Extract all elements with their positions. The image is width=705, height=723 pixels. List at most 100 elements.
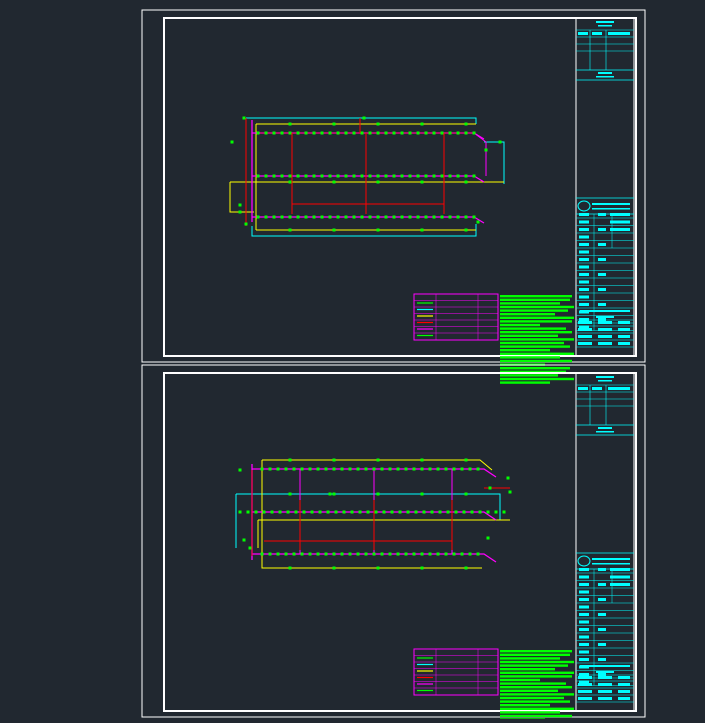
node-marker bbox=[242, 538, 246, 542]
notes-text bbox=[500, 313, 555, 316]
notes-text bbox=[500, 671, 574, 674]
yellow-pipe bbox=[261, 460, 482, 569]
node-marker bbox=[312, 215, 316, 219]
node-marker bbox=[478, 510, 482, 514]
drawing-canvas[interactable] bbox=[0, 0, 705, 723]
node-marker bbox=[444, 467, 448, 471]
node-marker bbox=[336, 174, 340, 178]
node-marker bbox=[356, 467, 360, 471]
node-marker bbox=[428, 467, 432, 471]
node-marker bbox=[362, 116, 366, 120]
node-marker bbox=[292, 552, 296, 556]
drawing-sheet-2[interactable] bbox=[141, 364, 646, 723]
tb-text bbox=[578, 32, 588, 35]
node-marker bbox=[264, 215, 268, 219]
magenta-pipe bbox=[473, 132, 487, 176]
tb-text bbox=[579, 628, 589, 631]
tb-text bbox=[598, 321, 612, 324]
node-marker bbox=[438, 510, 442, 514]
node-marker bbox=[256, 131, 260, 135]
pipe-network-plan bbox=[229, 116, 505, 237]
tb-text bbox=[618, 321, 630, 324]
cad-viewport[interactable] bbox=[0, 0, 705, 723]
tb-text bbox=[596, 316, 614, 318]
notes-text bbox=[500, 650, 572, 653]
node-marker bbox=[292, 467, 296, 471]
node-marker bbox=[472, 131, 476, 135]
node-marker bbox=[328, 131, 332, 135]
tb-text bbox=[596, 76, 614, 78]
node-marker bbox=[272, 215, 276, 219]
notes-text bbox=[500, 668, 555, 671]
node-marker bbox=[456, 174, 460, 178]
tb-text bbox=[578, 683, 592, 686]
node-marker bbox=[452, 467, 456, 471]
tb-text bbox=[598, 690, 612, 693]
node-marker bbox=[424, 174, 428, 178]
tb-text bbox=[598, 676, 612, 679]
tb-text bbox=[598, 683, 612, 686]
node-marker bbox=[280, 174, 284, 178]
node-marker bbox=[296, 215, 300, 219]
node-marker bbox=[324, 552, 328, 556]
node-marker bbox=[408, 215, 412, 219]
notes-text bbox=[500, 359, 572, 363]
notes-text bbox=[500, 678, 540, 682]
node-marker bbox=[352, 174, 356, 178]
tb-text bbox=[598, 697, 612, 700]
node-marker bbox=[230, 140, 234, 144]
node-marker bbox=[432, 131, 436, 135]
node-marker bbox=[264, 174, 268, 178]
tb-text bbox=[596, 431, 614, 433]
node-marker bbox=[308, 552, 312, 556]
notes-text bbox=[500, 320, 572, 323]
tb-text bbox=[608, 32, 630, 35]
tb-text bbox=[598, 213, 606, 216]
node-marker bbox=[448, 131, 452, 135]
node-marker bbox=[332, 467, 336, 471]
node-marker bbox=[288, 458, 292, 462]
tb-text bbox=[610, 568, 630, 571]
node-marker bbox=[420, 228, 424, 232]
node-marker bbox=[288, 492, 292, 496]
tb-text bbox=[579, 643, 589, 646]
node-marker bbox=[376, 492, 380, 496]
notes-text bbox=[500, 298, 570, 301]
node-marker bbox=[464, 180, 468, 184]
node-marker bbox=[382, 510, 386, 514]
tb-text bbox=[598, 25, 612, 27]
notes-text bbox=[500, 664, 568, 667]
node-marker bbox=[440, 174, 444, 178]
tb-text bbox=[592, 203, 630, 205]
node-marker bbox=[374, 510, 378, 514]
notes-text bbox=[500, 367, 570, 370]
cyan-pipe bbox=[246, 117, 477, 124]
tb-text bbox=[579, 613, 589, 616]
tb-text bbox=[579, 295, 589, 299]
node-marker bbox=[390, 510, 394, 514]
node-marker bbox=[420, 122, 424, 126]
node-marker bbox=[276, 467, 280, 471]
node-marker bbox=[384, 131, 388, 135]
tb-text bbox=[592, 558, 630, 560]
node-marker bbox=[242, 116, 246, 120]
node-marker bbox=[284, 552, 288, 556]
node-marker bbox=[368, 131, 372, 135]
tb-text bbox=[598, 628, 606, 631]
node-marker bbox=[420, 467, 424, 471]
drawing-sheet-1[interactable] bbox=[141, 9, 646, 384]
notes-text bbox=[500, 704, 550, 707]
notes-text bbox=[500, 700, 570, 703]
node-marker bbox=[344, 174, 348, 178]
node-marker bbox=[288, 228, 292, 232]
node-marker bbox=[304, 215, 308, 219]
node-marker bbox=[468, 467, 472, 471]
tb-text bbox=[610, 213, 630, 216]
tb-text bbox=[579, 213, 589, 216]
sheet-outer-border bbox=[141, 9, 646, 363]
pipe-network-plan bbox=[235, 458, 512, 570]
tb-text bbox=[578, 335, 592, 338]
node-marker bbox=[332, 552, 336, 556]
tb-text bbox=[596, 376, 614, 378]
tb-text bbox=[578, 328, 592, 331]
